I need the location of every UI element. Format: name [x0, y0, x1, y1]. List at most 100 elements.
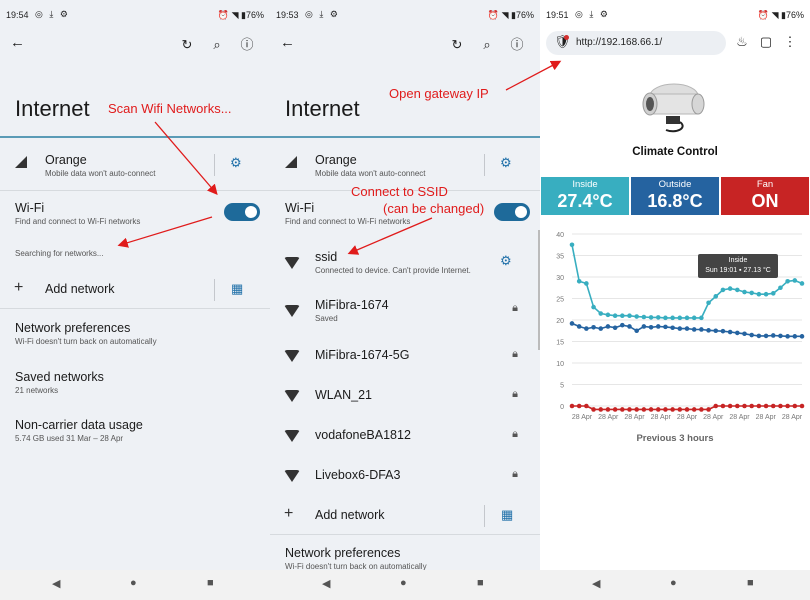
network-item-ssid[interactable]: ssid Connected to device. Can't provide …: [270, 249, 540, 279]
add-network-row[interactable]: + Add network ▦: [0, 278, 270, 302]
wifi-toggle[interactable]: [224, 203, 260, 221]
nav-bar: ◀ ● ■: [540, 570, 810, 600]
network-item[interactable]: WLAN_21 🔒︎: [270, 387, 540, 407]
network-preferences-row[interactable]: Network preferences Wi-Fi doesn't turn b…: [270, 545, 540, 571]
tile-value: ON: [751, 191, 779, 211]
chart-tooltip: Inside Sun 19:01 ▪ 27.13 °C: [698, 254, 778, 278]
divider: [214, 154, 215, 176]
network-item[interactable]: Livebox6-DFA3 🔒︎: [270, 467, 540, 487]
data-point: [612, 407, 618, 412]
lock-icon: 🔒︎: [512, 388, 518, 400]
signal-icon: [285, 156, 297, 168]
carrier-row[interactable]: Orange Mobile data won't auto-connect ⚙: [0, 150, 270, 186]
recents-nav-icon[interactable]: ■: [747, 577, 754, 589]
back-nav-icon[interactable]: ◀: [322, 577, 330, 590]
data-point: [677, 326, 683, 331]
qr-code-icon[interactable]: ▦: [231, 281, 243, 297]
network-item[interactable]: MiFibra-1674 Saved 🔒︎: [270, 297, 540, 327]
data-point: [598, 326, 604, 331]
data-point: [670, 325, 675, 331]
data-point: [634, 314, 639, 319]
help-icon[interactable]: ⓘ: [502, 34, 532, 53]
x-tick-label: 28 Apr: [756, 414, 777, 421]
search-icon[interactable]: ⌕: [472, 37, 502, 53]
data-point: [584, 326, 589, 331]
non-carrier-usage-row[interactable]: Non-carrier data usage 5.74 GB used 31 M…: [0, 417, 270, 447]
y-tick-label: 5: [560, 383, 564, 390]
data-point: [670, 315, 675, 321]
reset-icon[interactable]: ↻: [172, 37, 202, 53]
home-nav-icon[interactable]: ●: [670, 577, 677, 589]
wifi-toggle[interactable]: [494, 203, 530, 221]
data-point: [655, 315, 661, 320]
annotation-connect: Connect to SSID: [351, 184, 448, 199]
data-point: [620, 407, 625, 412]
net-prefs-sub: Wi-Fi doesn't turn back on automatically: [15, 337, 157, 346]
data-point: [713, 403, 719, 409]
data-point: [620, 313, 625, 318]
annotation-connect-sub: (can be changed): [383, 201, 485, 216]
data-point: [778, 333, 783, 339]
gear-icon[interactable]: ⚙: [500, 253, 512, 269]
data-point: [778, 403, 783, 409]
menu-icon[interactable]: ⋮: [778, 34, 802, 50]
gear-icon[interactable]: ⚙: [500, 155, 512, 171]
saved-networks-sub: 21 networks: [15, 386, 59, 395]
recents-nav-icon[interactable]: ■: [477, 577, 484, 589]
tile-value: 16.8°C: [647, 191, 703, 211]
network-name: vodafoneBA1812: [315, 428, 411, 442]
back-nav-icon[interactable]: ◀: [52, 577, 60, 590]
data-point: [706, 300, 711, 306]
x-tick-label: 28 Apr: [677, 414, 698, 421]
data-point: [713, 328, 719, 334]
carrier-row[interactable]: Orange Mobile data won't auto-connect ⚙: [270, 150, 540, 186]
gear-icon[interactable]: ⚙: [230, 155, 242, 171]
wifi-row[interactable]: Wi-Fi Find and connect to Wi-Fi networks: [0, 198, 270, 228]
notification-icons: ◎ ⤓ ⚙: [575, 9, 610, 19]
x-tick-label: 28 Apr: [729, 414, 750, 421]
back-arrow-icon[interactable]: ←: [10, 34, 25, 51]
chart-footer: Previous 3 hours: [636, 433, 714, 444]
flame-icon[interactable]: ♨: [730, 34, 754, 50]
data-point: [735, 403, 740, 409]
lock-icon: 🔒︎: [512, 468, 518, 480]
network-preferences-row[interactable]: Network preferences Wi-Fi doesn't turn b…: [0, 320, 270, 350]
x-tick-label: 28 Apr: [598, 414, 619, 421]
home-nav-icon[interactable]: ●: [130, 577, 137, 589]
add-network-label: Add network: [45, 282, 115, 296]
data-point: [576, 403, 582, 409]
url-bar[interactable]: 🛡︎ http://192.168.66.1/: [546, 31, 726, 55]
divider: [214, 279, 215, 301]
saved-networks-row[interactable]: Saved networks 21 networks: [0, 369, 270, 399]
tabs-icon[interactable]: ▢: [754, 34, 778, 50]
data-point: [684, 407, 690, 412]
data-point: [670, 407, 675, 412]
y-tick-label: 25: [556, 297, 564, 304]
data-point: [742, 331, 747, 337]
home-nav-icon[interactable]: ●: [400, 577, 407, 589]
divider: [270, 534, 540, 535]
alert-dot: [564, 35, 569, 40]
saved-networks-label: Saved networks: [15, 370, 104, 384]
data-point: [749, 290, 754, 296]
data-point: [706, 328, 711, 333]
reset-icon[interactable]: ↻: [442, 37, 472, 53]
add-network-row[interactable]: + Add network ▦: [270, 504, 540, 528]
plus-icon: +: [14, 279, 24, 296]
qr-code-icon[interactable]: ▦: [501, 507, 513, 523]
data-point: [799, 403, 805, 409]
data-point: [691, 407, 697, 412]
x-tick-label: 28 Apr: [703, 414, 724, 421]
back-nav-icon[interactable]: ◀: [592, 577, 600, 590]
back-arrow-icon[interactable]: ←: [280, 34, 295, 51]
x-tick-label: 28 Apr: [624, 414, 645, 421]
help-icon[interactable]: ⓘ: [232, 34, 262, 53]
wifi-warning-icon: [284, 257, 300, 269]
data-point: [576, 279, 582, 284]
recents-nav-icon[interactable]: ■: [207, 577, 214, 589]
network-item[interactable]: MiFibra-1674-5G 🔒︎: [270, 347, 540, 367]
search-icon[interactable]: ⌕: [202, 37, 232, 53]
nav-bar: ◀ ● ■: [270, 570, 540, 600]
network-item[interactable]: vodafoneBA1812 🔒︎: [270, 427, 540, 447]
wifi-icon: [284, 390, 300, 402]
